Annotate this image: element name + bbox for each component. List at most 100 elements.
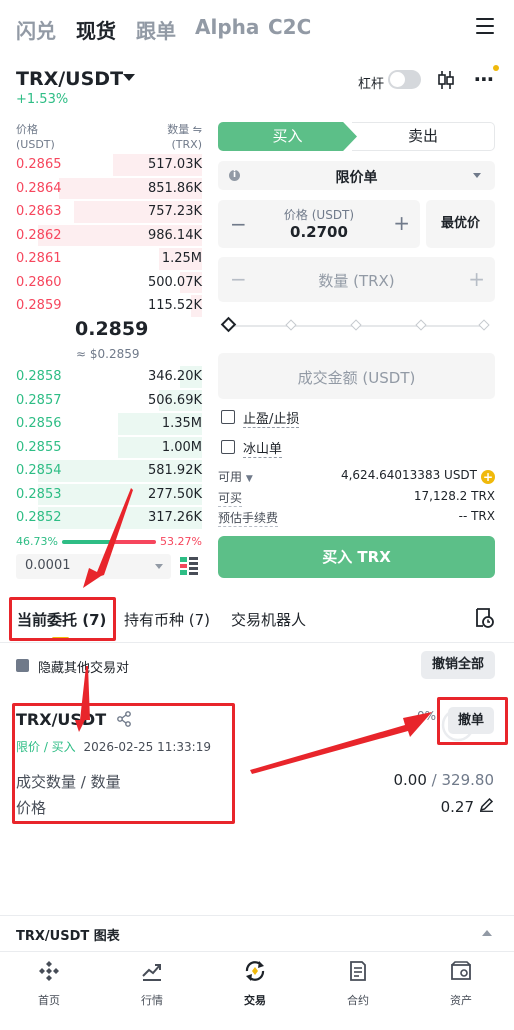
row-qty: 115.52K (147, 298, 202, 313)
bid-row[interactable]: 0.2857 506.69K (16, 389, 202, 413)
buy-tab[interactable]: 买入 (218, 122, 357, 151)
row-qty: 346.20K (147, 369, 202, 384)
row-qty: 1.00M (161, 439, 202, 455)
cancel-all-button[interactable]: 撤销全部 (421, 651, 495, 679)
best-price-button[interactable]: 最优价 (426, 200, 495, 248)
amount-slider[interactable] (220, 316, 490, 333)
tab-holdings[interactable]: 持有币种 (7) (124, 609, 210, 630)
home-icon (39, 961, 59, 981)
ask-row[interactable]: 0.2862 986.14K (16, 224, 202, 248)
buy-ratio: 46.73% (16, 535, 58, 548)
slider-mark-25 (285, 319, 297, 331)
tab-alpha[interactable]: Alpha (195, 15, 259, 39)
annotation-box-cancel-button (437, 697, 508, 745)
price-input[interactable]: − 价格 (USDT) 0.2700 + (218, 200, 420, 248)
candlestick-icon[interactable] (437, 70, 455, 90)
chart-label[interactable]: TRX/USDT 图表 (16, 925, 120, 944)
buy-trx-button[interactable]: 买入 TRX (218, 536, 495, 578)
row-price: 0.2860 (16, 274, 62, 290)
tab-copy-trading[interactable]: 跟单 (136, 15, 176, 44)
bid-row[interactable]: 0.2853 277.50K (16, 483, 202, 507)
last-price-usd: ≈ $0.2859 (76, 347, 140, 361)
tab-c2c[interactable]: C2C (268, 15, 311, 39)
nav-markets[interactable]: 行情 (117, 960, 187, 1008)
ask-row[interactable]: 0.2863 757.23K (16, 200, 202, 224)
last-price: 0.2859 (75, 318, 149, 340)
futures-icon (350, 961, 366, 981)
nav-futures[interactable]: 合约 (323, 960, 393, 1008)
plus-icon[interactable]: + (393, 211, 410, 235)
hide-other-pairs-checkbox[interactable] (16, 659, 29, 672)
caret-down-icon: ▼ (245, 474, 253, 484)
chevron-up-icon[interactable] (482, 930, 492, 936)
ask-row[interactable]: 0.2860 500.07K (16, 271, 202, 295)
row-qty: 986.14K (147, 227, 202, 243)
ask-row[interactable]: 0.2859 115.52K (16, 294, 202, 318)
bid-row[interactable]: 0.2852 317.26K (16, 506, 202, 530)
nav-trade[interactable]: 交易 (220, 960, 290, 1008)
row-qty: 317.26K (147, 510, 202, 525)
quantity-input[interactable]: − 数量 (TRX) + (218, 257, 495, 302)
bid-row[interactable]: 0.2854 581.92K (16, 459, 202, 483)
slider-handle[interactable] (220, 316, 237, 333)
fill-percent: 0% (417, 709, 437, 723)
menu-icon[interactable] (476, 18, 494, 36)
iceberg-checkbox[interactable] (221, 440, 235, 454)
available-value: 4,624.64013383 USDT (340, 468, 477, 482)
nav-assets[interactable]: 资产 (426, 960, 496, 1008)
divider (0, 642, 514, 643)
bid-row[interactable]: 0.2856 1.35M (16, 412, 202, 436)
trade-icon (245, 961, 265, 981)
row-price: 0.2855 (16, 439, 62, 455)
margin-toggle[interactable] (388, 70, 421, 89)
total-input[interactable]: 成交金额 (USDT) (218, 353, 495, 399)
margin-label: 杠杆 (358, 77, 385, 92)
row-price: 0.2854 (16, 463, 62, 478)
tp-sl-label[interactable]: 止盈/止损 (243, 408, 300, 428)
bid-row[interactable]: 0.2858 346.20K (16, 365, 202, 389)
chevron-down-icon (473, 173, 481, 178)
tp-sl-checkbox[interactable] (221, 410, 235, 424)
order-history-icon[interactable] (474, 607, 494, 629)
row-qty: 1.25M (161, 251, 202, 266)
top-nav: 闪兑 现货 跟单 Alpha C2C (0, 0, 514, 56)
chevron-down-icon (155, 564, 163, 569)
tab-swap[interactable]: 闪兑 (16, 15, 56, 44)
row-qty: 851.86K (147, 180, 202, 196)
ask-row[interactable]: 0.2864 851.86K (16, 177, 202, 201)
sell-ratio-bar (114, 540, 156, 544)
more-icon[interactable]: ⋯ (474, 69, 495, 89)
iceberg-label[interactable]: 冰山单 (243, 438, 283, 458)
bid-row[interactable]: 0.2855 1.00M (16, 436, 202, 460)
ask-row[interactable]: 0.2865 517.03K (16, 153, 202, 177)
ask-row[interactable]: 0.2861 1.25M (16, 247, 202, 271)
row-price: 0.2858 (16, 369, 62, 384)
buy-ratio-bar (62, 540, 113, 544)
row-price: 0.2864 (16, 180, 62, 196)
tab-trading-bots[interactable]: 交易机器人 (231, 609, 306, 630)
swap-icon: ⇋ (192, 123, 202, 136)
bottom-nav: 首页 行情 交易 合约 资产 (0, 951, 514, 1030)
plus-icon[interactable]: + (468, 267, 485, 291)
order-type-select[interactable]: i 限价单 (218, 161, 495, 190)
filled-qty: 0.00 (393, 771, 427, 789)
hide-other-pairs-label[interactable]: 隐藏其他交易对 (38, 657, 129, 676)
annotation-box-open-orders-tab (9, 597, 116, 641)
row-price: 0.2853 (16, 486, 62, 502)
slider-mark-50 (350, 319, 362, 331)
pair-symbol[interactable]: TRX/USDT (16, 68, 123, 90)
row-qty: 506.69K (147, 392, 202, 408)
chevron-down-icon[interactable] (123, 74, 135, 81)
precision-select[interactable]: 0.0001 (16, 554, 171, 579)
annotation-box-order-card (12, 703, 235, 824)
edit-icon[interactable] (479, 797, 494, 812)
sell-tab[interactable]: 卖出 (352, 122, 495, 151)
row-price: 0.2859 (16, 298, 62, 313)
orderbook-qty-header[interactable]: 数量 ⇋ (TRX) (150, 122, 202, 152)
total-qty: 329.80 (441, 771, 495, 789)
add-funds-icon[interactable]: + (481, 470, 495, 484)
nav-home[interactable]: 首页 (14, 960, 84, 1008)
tab-spot[interactable]: 现货 (76, 15, 116, 44)
price-value: 0.2700 (290, 223, 348, 241)
orderbook-layout-icon[interactable] (180, 557, 198, 575)
